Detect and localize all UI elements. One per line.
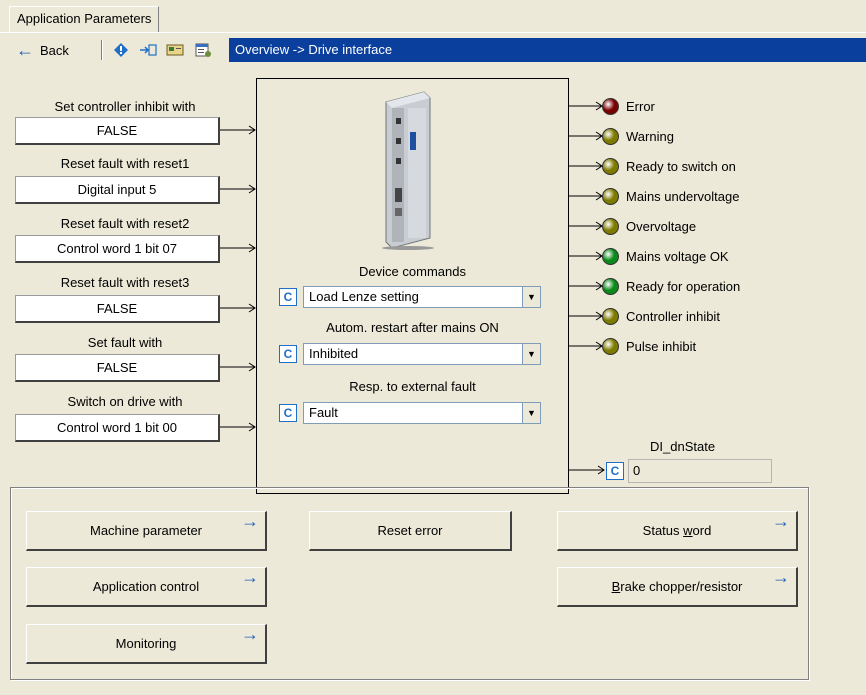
input-label: Switch on drive with [67, 394, 183, 409]
status-led-icon [602, 338, 619, 355]
button-label: Brake chopper/resistor [611, 579, 743, 594]
status-arrow [568, 161, 603, 171]
status-led-icon [602, 128, 619, 145]
switch-on-field[interactable]: Control word 1 bit 00 [15, 414, 220, 442]
monitoring-button[interactable]: Monitoring → [26, 624, 267, 664]
arrow-right-icon: → [241, 624, 259, 644]
device-commands-label: Device commands [359, 264, 466, 279]
status-label: Error [626, 99, 655, 114]
status-label: Warning [626, 129, 674, 144]
status-arrow [568, 191, 603, 201]
ext-fault-label: Resp. to external fault [349, 379, 476, 394]
autorestart-select[interactable]: Inhibited ▼ [303, 343, 541, 365]
arrow-right-icon: → [772, 567, 790, 587]
status-label: Ready for operation [626, 279, 741, 294]
device-commands-value: Load Lenze setting [309, 289, 419, 304]
status-led-icon [602, 308, 619, 325]
status-word-button[interactable]: Status word → [557, 511, 798, 551]
status-led-icon [602, 98, 619, 115]
autorestart-value: Inhibited [309, 346, 359, 361]
status-label: Pulse inhibit [626, 339, 697, 354]
ext-fault-select[interactable]: Fault ▼ [303, 402, 541, 424]
properties-icon[interactable] [193, 40, 213, 60]
reset1-field[interactable]: Digital input 5 [15, 176, 220, 204]
reset-error-button[interactable]: Reset error [309, 511, 512, 551]
back-label: Back [40, 42, 69, 58]
toolbar-separator [101, 40, 102, 60]
status-led-icon [602, 278, 619, 295]
input-label: Reset fault with reset3 [60, 275, 190, 290]
machine-parameter-button[interactable]: Machine parameter → [26, 511, 267, 551]
status-arrow [568, 311, 603, 321]
set-fault-field[interactable]: FALSE [15, 354, 220, 382]
tab-application-parameters[interactable]: Application Parameters [9, 6, 160, 32]
import-icon[interactable] [138, 40, 158, 60]
status-arrow [568, 131, 603, 141]
status-label: Mains undervoltage [626, 189, 740, 204]
device-commands-c-button[interactable]: C [279, 288, 297, 306]
arrow-right-icon: → [772, 511, 790, 531]
input-label: Reset fault with reset1 [60, 156, 190, 171]
autorestart-c-button[interactable]: C [279, 345, 297, 363]
input-connectors [220, 125, 256, 432]
button-label: Status word [642, 523, 712, 538]
chevron-down-icon[interactable]: ▼ [522, 403, 540, 423]
status-label: Ready to switch on [626, 159, 736, 174]
breadcrumb: Overview -> Drive interface [229, 38, 866, 62]
status-label: Mains voltage OK [626, 249, 729, 264]
di-state-label: DI_dnState [650, 439, 716, 454]
status-arrow [568, 251, 603, 261]
device-commands-select[interactable]: Load Lenze setting ▼ [303, 286, 541, 308]
status-led-icon [602, 188, 619, 205]
input-label: Reset fault with reset2 [60, 216, 190, 231]
status-label: Overvoltage [626, 219, 697, 234]
arrow-right-icon: → [241, 511, 259, 531]
controller-inhibit-field[interactable]: FALSE [15, 117, 220, 145]
status-arrow [568, 281, 603, 291]
reset2-field[interactable]: Control word 1 bit 07 [15, 235, 220, 263]
input-label: Set controller inhibit with [54, 99, 196, 114]
input-label: Set fault with [87, 335, 163, 350]
button-label: Machine parameter [90, 523, 202, 538]
status-led-icon [602, 218, 619, 235]
ext-fault-value: Fault [309, 405, 338, 420]
status-led-icon [602, 158, 619, 175]
autorestart-label: Autom. restart after mains ON [326, 320, 499, 335]
drive-device-image [382, 91, 434, 250]
chevron-down-icon[interactable]: ▼ [522, 344, 540, 364]
status-arrow [568, 341, 603, 351]
reset3-field[interactable]: FALSE [15, 295, 220, 323]
arrow-right-icon: → [241, 567, 259, 587]
ext-fault-c-button[interactable]: C [279, 404, 297, 422]
back-arrow-icon: ← [16, 40, 34, 60]
button-label: Application control [92, 579, 200, 594]
status-arrow [568, 221, 603, 231]
back-button[interactable]: ← Back [16, 40, 69, 60]
button-label: Reset error [377, 523, 443, 538]
info-icon[interactable] [111, 40, 131, 60]
application-control-button[interactable]: Application control → [26, 567, 267, 607]
di-state-c-button[interactable]: C [606, 462, 624, 480]
chevron-down-icon[interactable]: ▼ [522, 287, 540, 307]
di-state-value: 0 [628, 459, 772, 483]
di-state-arrow [568, 465, 605, 475]
status-arrow [568, 101, 603, 111]
card-icon[interactable] [165, 40, 185, 60]
status-led-icon [602, 248, 619, 265]
status-label: Controller inhibit [626, 309, 720, 324]
button-label: Monitoring [115, 636, 177, 651]
brake-chopper-button[interactable]: Brake chopper/resistor → [557, 567, 798, 607]
